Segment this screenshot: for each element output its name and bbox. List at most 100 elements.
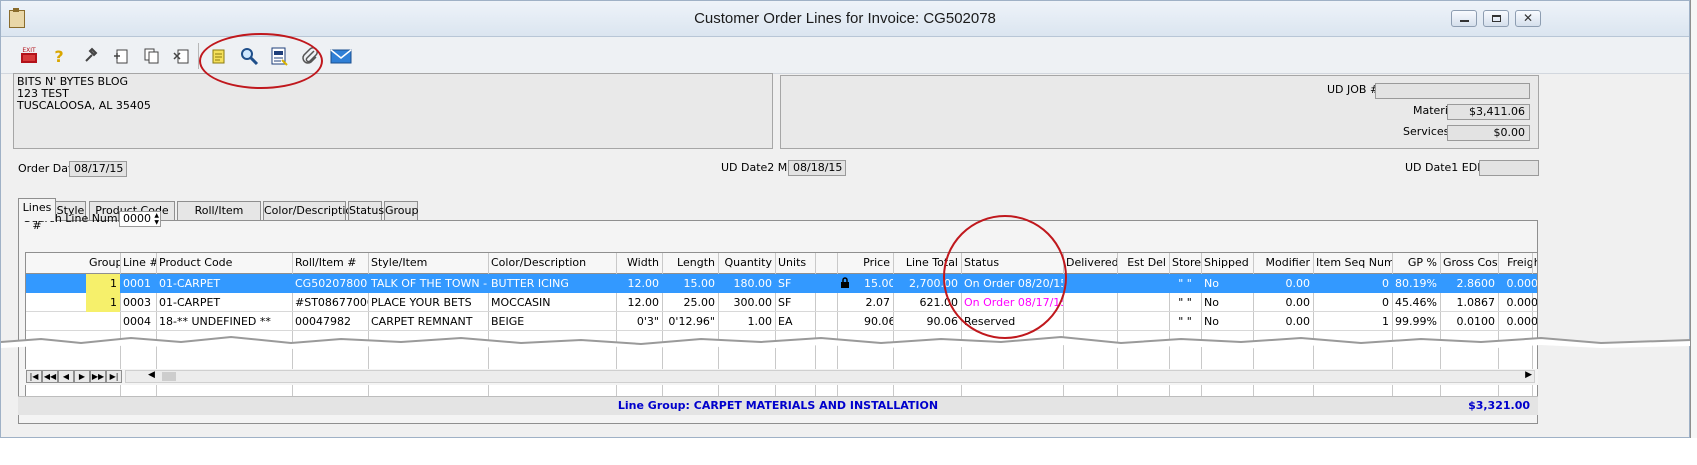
note-button[interactable] bbox=[206, 44, 230, 68]
cell-gp: 45.46% bbox=[1395, 296, 1437, 309]
exit-icon: EXIT bbox=[21, 47, 37, 63]
customer-address-panel: BITS N' BYTES BLOG 123 TEST TUSCALOOSA, … bbox=[13, 73, 773, 149]
copy-document-icon bbox=[144, 48, 159, 64]
line-group-label: Line Group: CARPET MATERIALS AND INSTALL… bbox=[617, 399, 939, 412]
maximize-icon bbox=[1492, 15, 1501, 22]
cell-gross-cost: 0.0100 bbox=[1456, 315, 1496, 328]
cell-price: 2.07 bbox=[865, 296, 891, 309]
cell-width: 12.00 bbox=[627, 296, 660, 309]
cell-product-code: 18-** UNDEFINED ** bbox=[159, 315, 271, 328]
cell-roll-item: 00047982 bbox=[295, 315, 351, 328]
order-date-field[interactable]: 08/17/15 bbox=[69, 161, 127, 177]
col-header-delivered[interactable]: Delivered bbox=[1063, 253, 1117, 272]
tab-status[interactable]: Status bbox=[348, 201, 384, 220]
spin-up-icon[interactable]: ▲ bbox=[154, 212, 159, 219]
cell-modifier: 0.00 bbox=[1285, 315, 1311, 328]
exit-label: EXIT bbox=[22, 47, 36, 54]
col-header-status[interactable]: Status bbox=[961, 253, 1063, 272]
scroll-thumb[interactable] bbox=[162, 372, 176, 381]
col-header-modifier[interactable]: Modifier bbox=[1253, 253, 1313, 272]
scroll-right-icon[interactable]: ▶ bbox=[1525, 370, 1532, 380]
search-line-input[interactable]: 0000 ▲ ▼ bbox=[119, 211, 161, 227]
ud-date2-label: UD Date2 MD bbox=[721, 161, 796, 174]
cell-product-code: 01-CARPET bbox=[159, 296, 221, 309]
cell-line: 0004 bbox=[123, 315, 151, 328]
col-header-length[interactable]: Length bbox=[662, 253, 718, 272]
col-header-quantity[interactable]: Quantity bbox=[718, 253, 775, 272]
cell-line-total: 621.00 bbox=[919, 296, 959, 309]
ud-date1-field[interactable] bbox=[1479, 160, 1539, 176]
new-document-icon bbox=[114, 49, 128, 64]
col-header-width[interactable]: Width bbox=[616, 253, 662, 272]
first-record-icon[interactable]: |◀ bbox=[26, 370, 42, 383]
scroll-left-icon[interactable]: ◀ bbox=[148, 370, 155, 380]
spin-down-icon[interactable]: ▼ bbox=[154, 219, 159, 226]
attachment-button[interactable] bbox=[298, 44, 322, 68]
col-header-roll-item[interactable]: Roll/Item # bbox=[292, 253, 368, 272]
tab-group[interactable]: Group bbox=[384, 201, 419, 220]
table-row[interactable]: 0004 18-** UNDEFINED ** 00047982 CARPET … bbox=[26, 312, 1537, 331]
col-header-est-del[interactable]: Est Del bbox=[1117, 253, 1169, 272]
ud-date2-field[interactable]: 08/18/15 bbox=[788, 160, 846, 176]
col-header-style-item[interactable]: Style/Item bbox=[368, 253, 488, 272]
col-header-product-code[interactable]: Product Code bbox=[156, 253, 292, 272]
help-button[interactable]: ? bbox=[47, 44, 71, 68]
col-header-line[interactable]: Line # bbox=[120, 253, 156, 272]
cell-line-total: 2,700.00 bbox=[909, 277, 958, 290]
ud-job-field[interactable] bbox=[1375, 83, 1530, 99]
search-line-value: 0000 bbox=[123, 212, 151, 225]
tab-roll-item-number[interactable]: Roll/Item Number bbox=[177, 201, 261, 235]
table-row[interactable]: 1 0003 01-CARPET #ST086770001 PLACE YOUR… bbox=[26, 293, 1537, 312]
next-record-icon[interactable]: ▶ bbox=[74, 370, 90, 383]
cell-freight: 0.0000 bbox=[1506, 277, 1538, 290]
tab-lines[interactable]: Lines # bbox=[18, 198, 56, 232]
email-icon bbox=[330, 49, 352, 64]
cell-store: " " bbox=[1178, 296, 1192, 309]
cell-color: BEIGE bbox=[491, 315, 525, 328]
email-button[interactable] bbox=[329, 44, 353, 68]
cell-width: 0'3" bbox=[636, 315, 659, 328]
next-page-icon[interactable]: ▶▶ bbox=[90, 370, 106, 383]
delete-document-button[interactable] bbox=[169, 44, 193, 68]
col-header-color-description[interactable]: Color/Description bbox=[488, 253, 616, 272]
new-document-button[interactable] bbox=[109, 44, 133, 68]
col-header-gross-cost[interactable]: Gross Cost bbox=[1440, 253, 1498, 272]
minimize-icon bbox=[1460, 20, 1469, 22]
cell-price: 15.00 bbox=[864, 277, 893, 290]
close-button[interactable]: ✕ bbox=[1515, 10, 1541, 27]
cell-roll-item: #ST086770001 bbox=[295, 296, 368, 309]
cell-gross-cost: 1.0867 bbox=[1456, 296, 1496, 309]
report-button[interactable] bbox=[267, 44, 291, 68]
table-row[interactable]: 1 0001 01-CARPET CG5020780001 TALK OF TH… bbox=[26, 274, 1537, 293]
col-header-group[interactable]: Group bbox=[86, 253, 120, 272]
cell-gross-cost: 2.8600 bbox=[1456, 277, 1496, 290]
exit-button[interactable]: EXIT bbox=[17, 44, 41, 68]
col-header-item-seq-num[interactable]: Item Seq Num bbox=[1313, 253, 1392, 272]
copy-document-button[interactable] bbox=[139, 44, 163, 68]
prev-record-icon[interactable]: ◀ bbox=[58, 370, 74, 383]
cell-gp: 80.19% bbox=[1395, 277, 1437, 290]
order-lines-window: Customer Order Lines for Invoice: CG5020… bbox=[0, 0, 1691, 438]
cell-line-total: 90.06 bbox=[926, 315, 959, 328]
last-record-icon[interactable]: ▶| bbox=[106, 370, 122, 383]
horizontal-scrollbar[interactable]: ◀ ▶ bbox=[125, 370, 1535, 383]
cell-length: 25.00 bbox=[683, 296, 716, 309]
cell-style-item: PLACE YOUR BETS bbox=[371, 296, 472, 309]
minimize-button[interactable] bbox=[1451, 10, 1477, 27]
lock-icon bbox=[837, 274, 861, 293]
help-icon: ? bbox=[54, 46, 64, 66]
cell-status: On Order 08/20/15 bbox=[964, 277, 1063, 290]
col-header-units[interactable]: Units bbox=[775, 253, 815, 272]
cell-quantity: 300.00 bbox=[733, 296, 773, 309]
cell-width: 12.00 bbox=[627, 277, 660, 290]
tools-button[interactable] bbox=[79, 44, 103, 68]
col-header-gp-percent[interactable]: GP % bbox=[1392, 253, 1440, 272]
maximize-button[interactable] bbox=[1483, 10, 1509, 27]
col-header-price[interactable]: Price bbox=[837, 253, 893, 272]
col-header-store[interactable]: Store bbox=[1169, 253, 1201, 272]
col-header-line-total[interactable]: Line Total bbox=[893, 253, 961, 272]
tab-color-description[interactable]: Color/Description bbox=[263, 201, 359, 220]
col-header-shipped[interactable]: Shipped bbox=[1201, 253, 1253, 272]
prev-page-icon[interactable]: ◀◀ bbox=[42, 370, 58, 383]
search-button[interactable] bbox=[237, 44, 261, 68]
